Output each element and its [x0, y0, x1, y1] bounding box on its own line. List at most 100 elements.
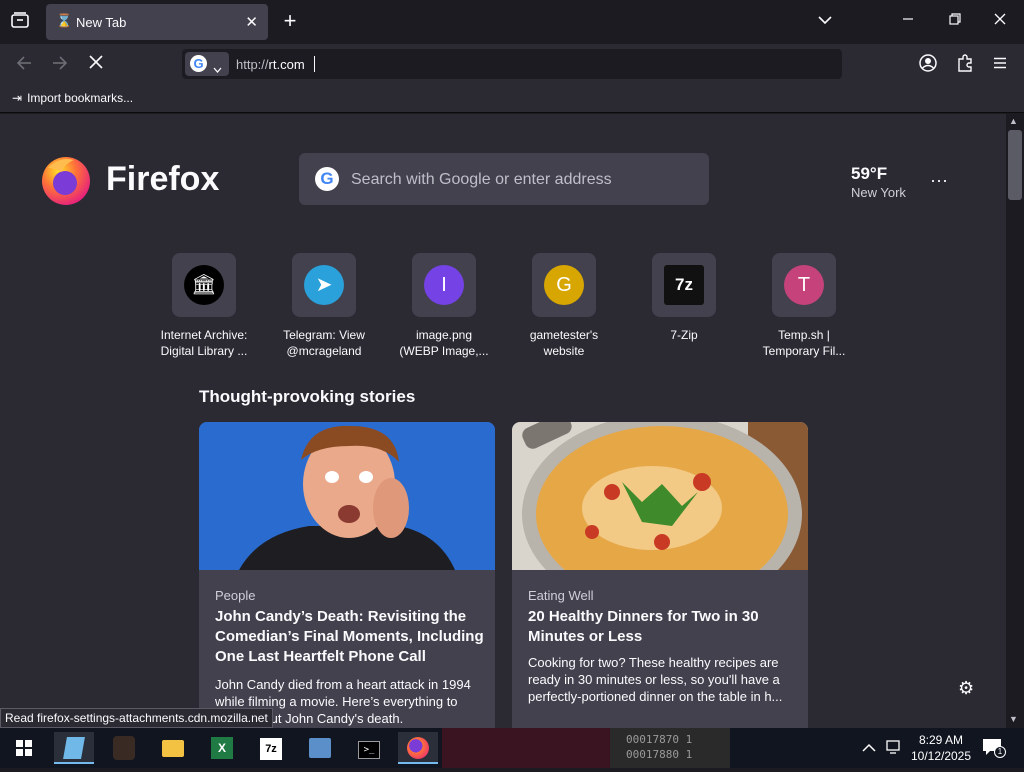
taskbar-app-portrait-icon[interactable] [104, 732, 144, 764]
search-engine-selector[interactable]: G [185, 52, 229, 76]
minimize-button[interactable] [898, 12, 918, 30]
tab-overview-icon[interactable] [8, 12, 32, 32]
top-site-label: 7-Zip [670, 328, 698, 342]
notification-center-icon[interactable]: 1 [982, 738, 1006, 758]
hex-line: 00017880 1 [626, 748, 693, 761]
import-icon: ⇥ [12, 91, 23, 105]
list-tabs-chevron-icon[interactable] [815, 12, 835, 30]
notification-count-badge: 1 [994, 746, 1006, 758]
scrollbar-thumb[interactable] [1008, 130, 1022, 200]
telegram-icon: ➤ [304, 265, 344, 305]
taskbar-7zip-icon[interactable]: 7z [251, 732, 291, 764]
network-icon[interactable] [886, 739, 902, 760]
story-image [199, 422, 495, 570]
story-card[interactable]: Eating Well 20 Healthy Dinners for Two i… [512, 422, 808, 728]
story-headline: John Candy’s Death: Revisiting the Comed… [215, 608, 484, 665]
internet-archive-icon: 🏛 [184, 265, 224, 305]
top-site-tile[interactable]: ➤ Telegram: View @mcrageland [264, 253, 384, 359]
windows-taskbar: X 7z >_ 00017870 1 00017880 1 8:29 AM 10… [0, 728, 1024, 768]
top-site-label: Telegram: View [283, 328, 365, 342]
top-site-icon-tile: I [412, 253, 476, 317]
clock-date: 10/12/2025 [910, 749, 972, 763]
background-hex-window: 00017870 1 00017880 1 [610, 728, 730, 768]
top-site-label: Temporary Fil... [762, 344, 846, 358]
search-placeholder: Search with Google or enter address [351, 171, 612, 188]
scroll-up-icon[interactable]: ▲ [1009, 116, 1018, 126]
weather-options-icon[interactable]: ··· [930, 170, 948, 191]
tab-bar: ⌛ New Tab ✕ + [0, 0, 1024, 44]
start-windows-icon[interactable] [4, 732, 44, 764]
tab-new-tab[interactable]: ⌛ New Tab ✕ [46, 4, 268, 40]
top-site-label: (WEBP Image,... [399, 344, 489, 358]
page-scrollbar[interactable] [1006, 114, 1024, 728]
clock-time: 8:29 AM [918, 733, 964, 747]
import-bookmarks-label: Import bookmarks... [27, 91, 134, 105]
firefox-logo-icon [40, 154, 92, 206]
top-site-tile[interactable]: 🏛 Internet Archive: Digital Library ... [144, 253, 264, 359]
extensions-puzzle-icon[interactable] [955, 54, 975, 77]
close-tab-icon[interactable]: ✕ [245, 13, 258, 31]
status-bar: Read firefox-settings-attachments.cdn.mo… [0, 708, 273, 728]
taskbar-terminal-icon[interactable]: >_ [349, 732, 389, 764]
taskbar-app-notepad-icon[interactable] [54, 732, 94, 764]
weather-temperature[interactable]: 59°F [851, 164, 887, 184]
google-icon: G [190, 55, 207, 72]
top-site-label: Digital Library ... [160, 344, 248, 358]
story-card[interactable]: People John Candy’s Death: Revisiting th… [199, 422, 495, 728]
hamburger-menu-icon[interactable] [990, 56, 1010, 74]
stop-loading-icon[interactable] [86, 55, 106, 74]
navigation-toolbar: G http://rt.com [0, 44, 1024, 84]
letter-t-icon: T [784, 265, 824, 305]
story-source: Eating Well [528, 588, 594, 603]
tray-chevron-up-icon[interactable] [862, 740, 876, 758]
7zip-icon: 7z [664, 265, 704, 305]
top-site-tile[interactable]: T Temp.sh | Temporary Fil... [744, 253, 864, 359]
address-bar[interactable]: G http://rt.com [182, 49, 842, 79]
firefox-wordmark: Firefox [106, 160, 220, 198]
hourglass-icon: ⌛ [56, 13, 73, 28]
scroll-down-icon[interactable]: ▼ [1009, 714, 1018, 724]
taskbar-clock[interactable]: 8:29 AM 10/12/2025 [908, 732, 974, 764]
story-source: People [215, 588, 256, 603]
background-window-preview [442, 728, 610, 768]
top-site-tile[interactable]: I image.png (WEBP Image,... [384, 253, 504, 359]
google-icon: G [315, 167, 339, 191]
weather-city[interactable]: New York [851, 185, 906, 200]
top-site-icon-tile: 7z [652, 253, 716, 317]
new-tab-page: Firefox G Search with Google or enter ad… [0, 114, 1006, 728]
taskbar-file-explorer-icon[interactable] [153, 732, 193, 764]
story-headline: 20 Healthy Dinners for Two in 30 Minutes… [528, 608, 759, 645]
url-text[interactable]: http://rt.com [236, 57, 305, 72]
top-site-label: image.png [415, 328, 473, 342]
top-site-icon-tile: 🏛 [172, 253, 236, 317]
letter-g-icon: G [544, 265, 584, 305]
top-site-icon-tile: ➤ [292, 253, 356, 317]
top-site-label: @mcrageland [286, 344, 362, 358]
text-cursor-icon [314, 56, 316, 72]
close-window-button[interactable] [990, 12, 1010, 30]
url-host: rt.com [268, 57, 305, 72]
letter-i-icon: I [424, 265, 464, 305]
personalize-gear-icon[interactable]: ⚙ [958, 678, 974, 699]
account-icon[interactable] [918, 54, 938, 77]
taskbar-excel-icon[interactable]: X [202, 732, 242, 764]
forward-arrow-icon[interactable] [50, 55, 70, 76]
story-excerpt: Cooking for two? These healthy recipes a… [528, 655, 783, 704]
tab-title: New Tab [76, 15, 127, 30]
bookmarks-toolbar: ⇥ Import bookmarks... [0, 84, 1024, 113]
url-protocol: http:// [236, 57, 269, 72]
import-bookmarks-button[interactable]: ⇥ Import bookmarks... [12, 91, 133, 105]
taskbar-control-panel-icon[interactable] [300, 732, 340, 764]
new-tab-button[interactable]: + [280, 9, 300, 33]
top-site-label: website [543, 344, 585, 358]
top-site-label: Temp.sh | [778, 328, 830, 342]
top-site-icon-tile: T [772, 253, 836, 317]
top-site-tile[interactable]: 7z 7-Zip [624, 253, 744, 343]
taskbar-firefox-icon[interactable] [398, 732, 438, 764]
restore-button[interactable] [945, 12, 965, 30]
search-box[interactable]: G Search with Google or enter address [299, 153, 709, 205]
chevron-down-icon [213, 60, 222, 78]
stories-heading: Thought-provoking stories [199, 387, 416, 406]
top-site-tile[interactable]: G gametester's website [504, 253, 624, 359]
back-arrow-icon[interactable] [14, 55, 34, 76]
